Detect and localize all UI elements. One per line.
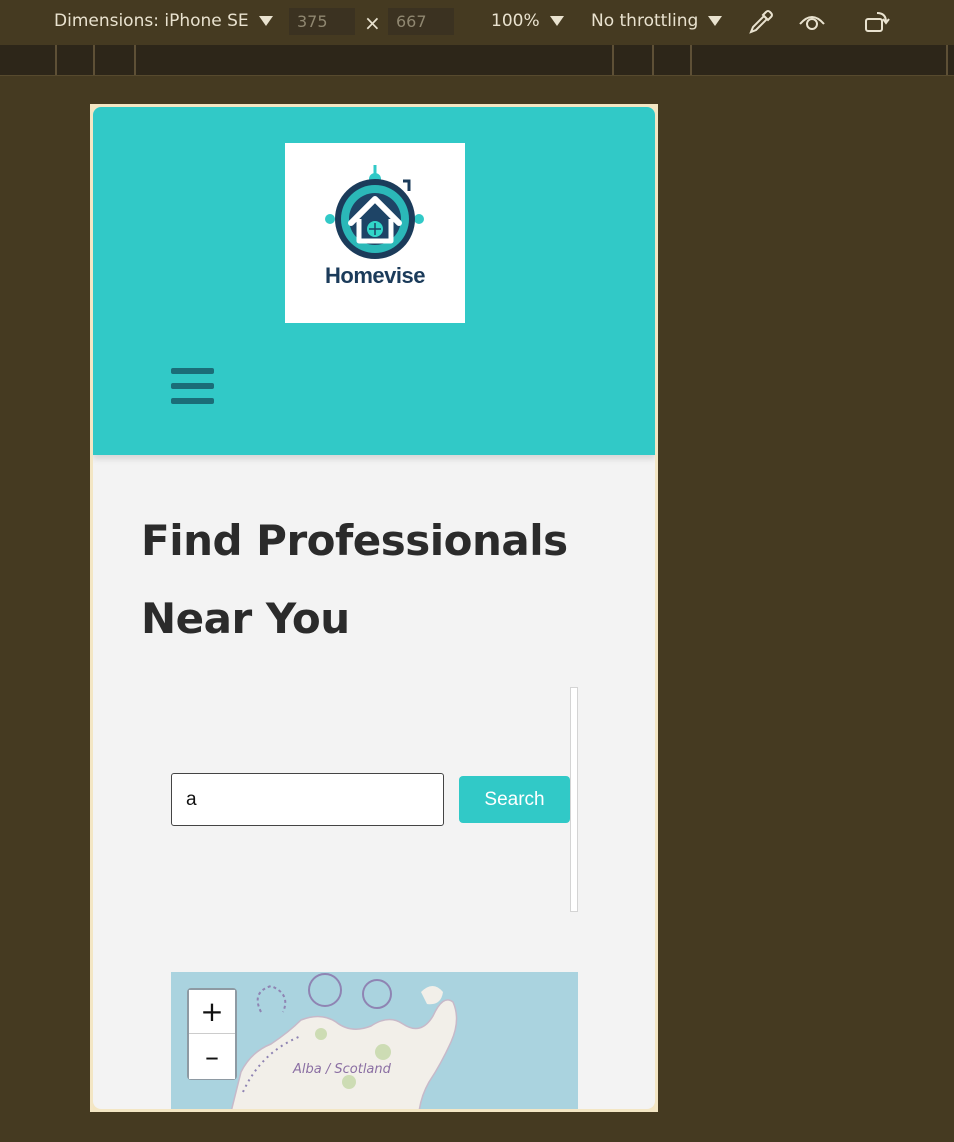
zoom-dropdown[interactable]: 100% (491, 11, 564, 31)
throttling-dropdown[interactable]: No throttling (591, 11, 723, 31)
map-region-label: Alba / Scotland (293, 1062, 391, 1077)
hamburger-icon (171, 368, 214, 374)
rotate-icon[interactable] (863, 8, 891, 36)
height-input[interactable]: 667 (388, 8, 454, 35)
width-input[interactable]: 375 (289, 8, 355, 35)
zoom-out-button[interactable]: – (189, 1035, 235, 1079)
zoom-label: 100% (491, 11, 540, 31)
map[interactable]: + – Alba / Scotland (171, 972, 578, 1109)
eye-icon[interactable] (798, 8, 826, 36)
device-dimensions-dropdown[interactable]: Dimensions: iPhone SE (54, 11, 273, 31)
devtools-toolbar: Dimensions: iPhone SE 375 × 667 100% No … (0, 0, 954, 45)
site-header: Homevise (93, 107, 655, 455)
device-dimensions-label: Dimensions: iPhone SE (54, 11, 249, 31)
chevron-down-icon (258, 16, 273, 26)
map-zoom-control: + – (187, 988, 237, 1080)
chevron-down-icon (708, 16, 723, 26)
site-logo[interactable]: Homevise (285, 143, 465, 323)
throttling-label: No throttling (591, 11, 699, 31)
panel-scrollbar[interactable] (570, 687, 578, 912)
page-title: Find Professionals Near You (141, 516, 568, 643)
search-input[interactable] (171, 773, 444, 826)
search-button[interactable]: Search (459, 776, 570, 823)
zoom-in-button[interactable]: + (189, 990, 235, 1034)
device-frame: Homevise Find Professionals Near You Sea… (90, 104, 658, 1112)
house-logo-icon (325, 165, 424, 259)
eyedropper-icon[interactable] (747, 8, 775, 36)
chevron-down-icon (549, 16, 564, 26)
media-query-ruler (0, 45, 954, 76)
page-viewport: Homevise Find Professionals Near You Sea… (93, 107, 655, 1109)
times-sign: × (364, 11, 381, 35)
brand-name: Homevise (325, 263, 425, 288)
hamburger-menu-button[interactable] (171, 368, 215, 408)
